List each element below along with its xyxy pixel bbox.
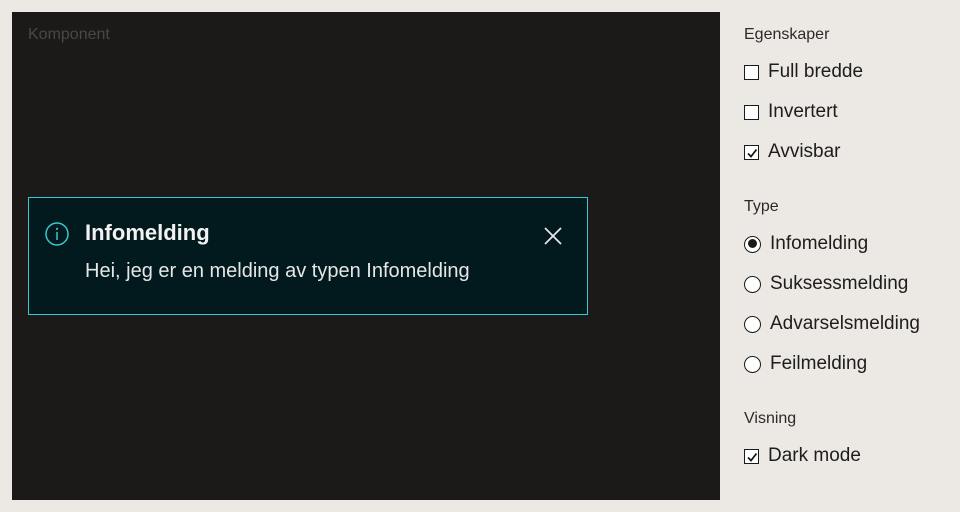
app-root: Komponent Infomelding Hei, jeg er en mel… <box>0 0 960 512</box>
radio[interactable] <box>744 355 761 373</box>
option-infomelding[interactable]: Infomelding <box>744 232 868 256</box>
option-label: Full bredde <box>768 61 864 82</box>
option-label: Invertert <box>768 101 838 122</box>
option-suksessmelding[interactable]: Suksessmelding <box>744 272 908 296</box>
checkbox[interactable] <box>744 104 759 120</box>
option-advarselsmelding[interactable]: Advarselsmelding <box>744 312 920 336</box>
checkbox[interactable] <box>744 64 759 80</box>
option-dark-mode[interactable]: Dark mode <box>744 444 861 468</box>
settings-panel: Egenskaper Full bredde Invertert Avvisba… <box>744 0 960 512</box>
section-title-visning: Visning <box>744 410 797 427</box>
section-title-type: Type <box>744 198 779 215</box>
option-label: Infomelding <box>770 233 869 254</box>
option-label: Suksessmelding <box>770 273 909 294</box>
option-feilmelding[interactable]: Feilmelding <box>744 352 867 376</box>
component-preview: Komponent Infomelding Hei, jeg er en mel… <box>12 12 720 500</box>
info-alert: Infomelding Hei, jeg er en melding av ty… <box>28 197 588 315</box>
section-title-egenskaper: Egenskaper <box>744 26 830 43</box>
option-label: Avvisbar <box>768 141 841 162</box>
alert-title: Infomelding <box>85 220 210 245</box>
checkmark-icon <box>747 452 758 462</box>
option-label: Dark mode <box>768 445 861 466</box>
option-label: Feilmelding <box>770 353 868 374</box>
checkbox-checked[interactable] <box>744 144 759 160</box>
alert-message: Hei, jeg er en melding av typen Infomeld… <box>85 260 470 282</box>
checkmark-icon <box>747 148 758 158</box>
option-label: Advarselsmelding <box>770 313 920 334</box>
checkbox-checked[interactable] <box>744 448 759 464</box>
radio[interactable] <box>744 315 761 333</box>
preview-label: Komponent <box>28 26 110 43</box>
option-invertert[interactable]: Invertert <box>744 100 838 124</box>
option-avvisbar[interactable]: Avvisbar <box>744 140 841 164</box>
option-full-bredde[interactable]: Full bredde <box>744 60 863 84</box>
radio[interactable] <box>744 275 761 293</box>
close-icon[interactable] <box>542 225 564 247</box>
info-circle-icon <box>45 222 69 246</box>
radio-selected[interactable] <box>744 235 761 253</box>
